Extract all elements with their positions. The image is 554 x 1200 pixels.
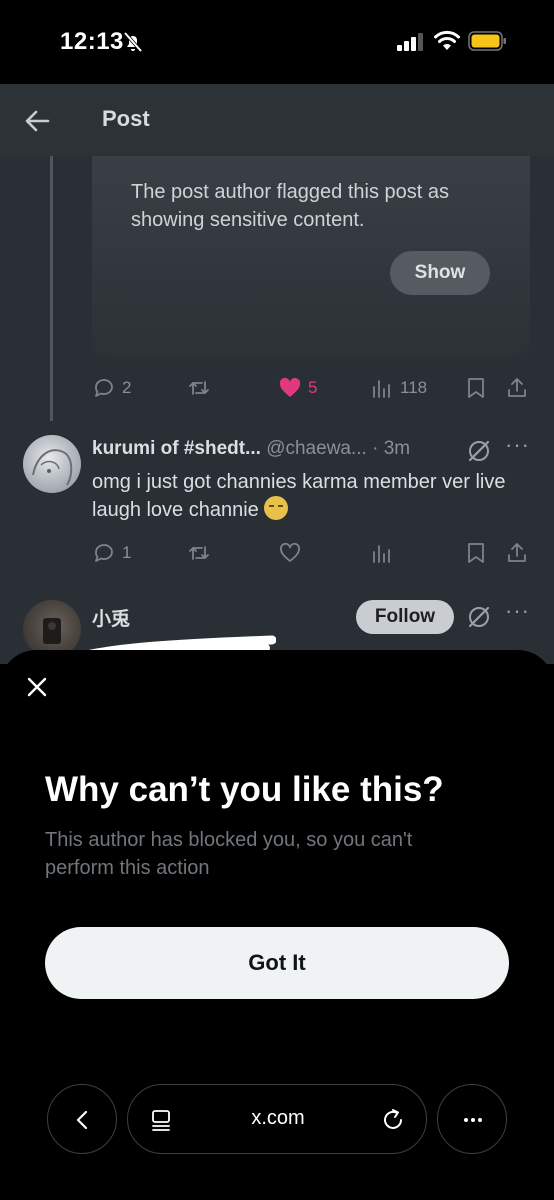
reply-action[interactable]: 2: [92, 373, 131, 403]
like-count: 5: [308, 378, 318, 397]
reply-author-handle[interactable]: @chaewa...: [266, 438, 367, 459]
like-action[interactable]: [278, 538, 302, 568]
reply-action[interactable]: 1: [92, 538, 131, 568]
share-icon: [508, 543, 526, 562]
bookmark-action[interactable]: [464, 538, 488, 568]
avatar[interactable]: [23, 435, 81, 493]
repost-action[interactable]: [187, 538, 211, 568]
page-title: Post: [102, 106, 150, 131]
reply-body-text: omg i just got channies karma member ver…: [92, 471, 506, 521]
post-feed: Post The post author flagged this post a…: [0, 84, 554, 664]
reply-text: omg i just got channies karma member ver…: [92, 468, 512, 524]
views-action[interactable]: 118: [370, 373, 427, 403]
like-action[interactable]: 5: [278, 373, 317, 403]
status-bar: 12:13: [0, 0, 554, 84]
got-it-button[interactable]: Got It: [45, 927, 509, 999]
repost-icon: [189, 546, 209, 560]
heart-outline-icon: [280, 542, 300, 562]
battery-icon: [468, 31, 506, 51]
thread-line: [50, 156, 53, 421]
header: Post: [0, 84, 554, 156]
repost-icon: [189, 381, 209, 395]
screen: 12:13 Post The post author flagged this …: [0, 0, 554, 1200]
ellipsis-icon: [464, 1118, 482, 1122]
share-icon: [508, 378, 526, 397]
wifi-icon: [434, 30, 460, 50]
repost-action[interactable]: [187, 373, 211, 403]
share-action[interactable]: [505, 373, 529, 403]
grok-icon[interactable]: [466, 604, 492, 630]
post-author-name[interactable]: 小兎: [92, 604, 130, 631]
grok-icon[interactable]: [466, 438, 492, 464]
views-icon: [373, 545, 390, 563]
relieved-face-emoji-icon: [264, 496, 289, 520]
reload-icon[interactable]: [380, 1107, 406, 1133]
heart-filled-icon: [279, 377, 301, 397]
sheet-description: This author has blocked you, so you can'…: [45, 829, 413, 879]
browser-more-button[interactable]: [437, 1084, 507, 1154]
follow-button[interactable]: Follow: [356, 600, 454, 634]
more-options-icon[interactable]: ···: [505, 598, 530, 624]
address-bar[interactable]: x.com: [127, 1084, 427, 1154]
browser-toolbar: x.com: [0, 1084, 554, 1154]
browser-back-button[interactable]: [47, 1084, 117, 1154]
share-action[interactable]: [505, 538, 529, 568]
reply-icon: [95, 379, 113, 397]
sensitive-content-card: The post author flagged this post as sho…: [92, 156, 530, 358]
reply-icon: [95, 544, 113, 562]
views-action[interactable]: [370, 538, 394, 568]
views-count: 118: [400, 378, 428, 397]
post-action-bar: 2 5 118: [92, 373, 532, 403]
reply-count: 1: [122, 543, 132, 562]
show-button[interactable]: Show: [390, 251, 490, 295]
views-icon: [373, 380, 390, 398]
bell-slash-icon: [123, 31, 143, 53]
status-time: 12:13: [60, 28, 124, 55]
reply-time: · 3m: [372, 438, 411, 459]
more-options-icon[interactable]: ···: [505, 432, 530, 458]
bookmark-icon: [468, 543, 484, 563]
close-icon[interactable]: [26, 676, 48, 698]
sheet-title: Why can’t you like this?: [45, 770, 444, 809]
reply-count: 2: [122, 378, 132, 397]
chevron-left-icon: [76, 1110, 88, 1130]
reply-author-name[interactable]: kurumi of #shedt...: [92, 438, 261, 459]
bookmark-icon: [468, 378, 484, 398]
reply-action-bar: 1: [92, 538, 532, 568]
bookmark-action[interactable]: [464, 373, 488, 403]
cellular-signal-icon: [397, 33, 423, 51]
reply-header: kurumi of #shedt... @chaewa... · 3m: [92, 438, 410, 460]
avatar-illustration: [32, 449, 73, 486]
sensitive-notice: The post author flagged this post as sho…: [131, 181, 449, 231]
arrow-left-icon[interactable]: [24, 108, 50, 134]
